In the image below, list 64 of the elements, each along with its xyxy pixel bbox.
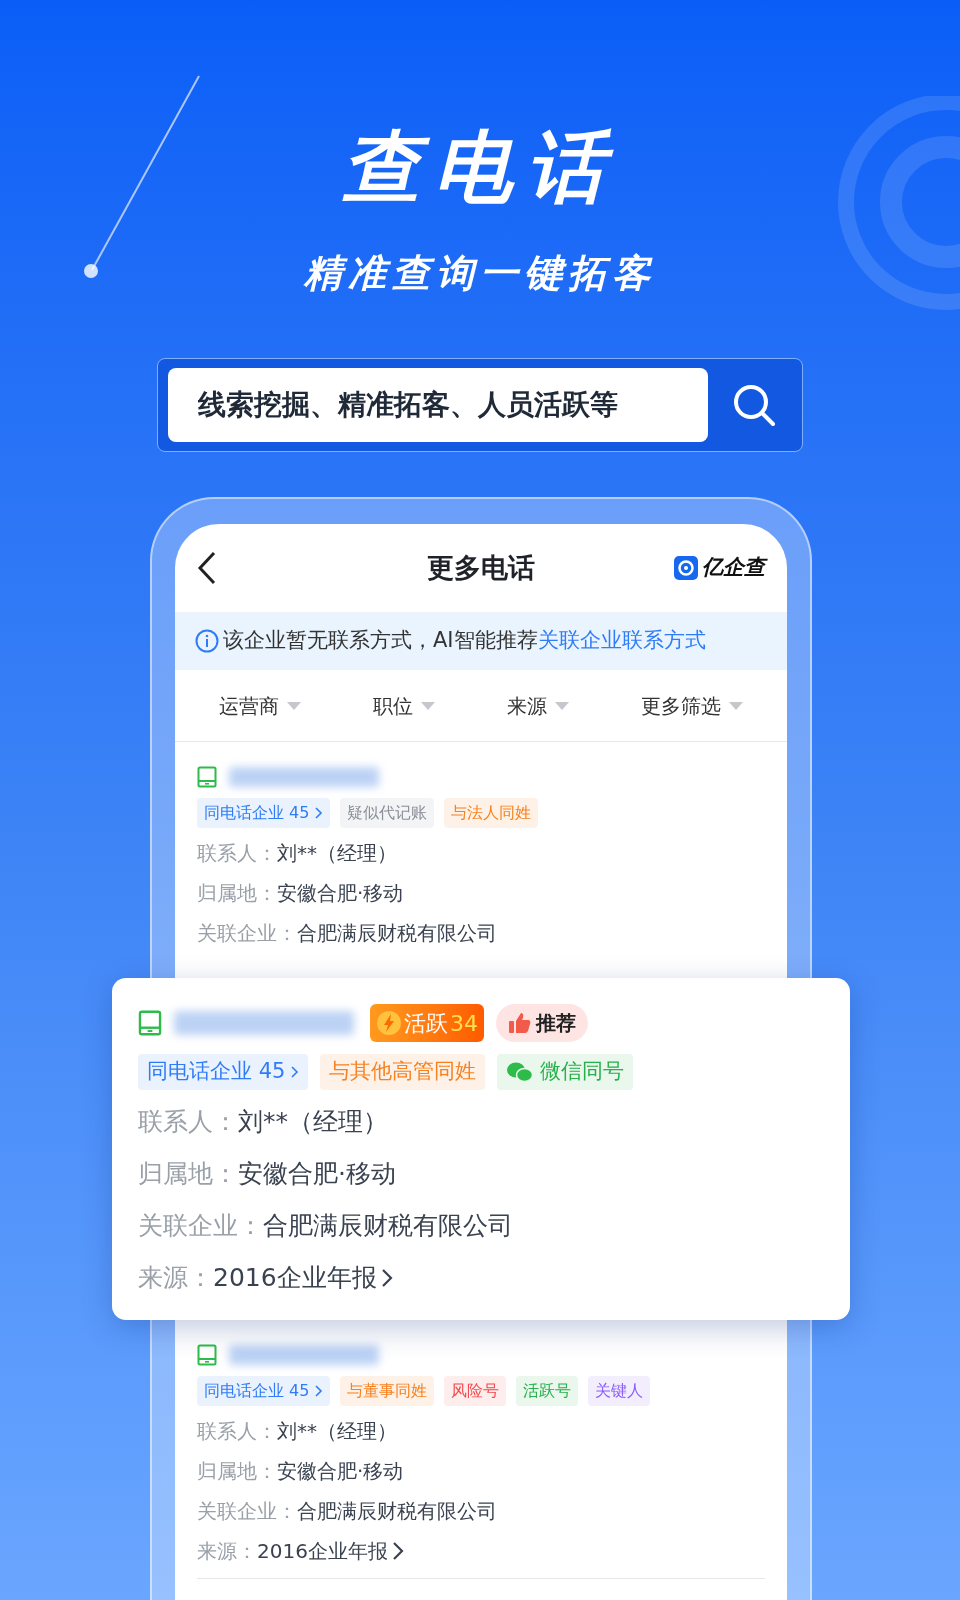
source-link[interactable]: 2016企业年报 [213,1258,393,1298]
search-icon[interactable] [732,383,776,427]
field-label: 来源： [197,1538,257,1565]
hero-subtitle: 精准查询一键拓客 [304,254,656,292]
search-field[interactable]: 线索挖掘、精准拓客、人员活跃等 [168,368,708,442]
chevron-icon [391,1541,404,1561]
field-value: 刘**（经理） [277,840,397,867]
field-label: 来源： [138,1262,213,1294]
field-value: 刘**（经理） [277,1418,397,1445]
field-value: 合肥满辰财税有限公司 [263,1210,513,1242]
tag: 关键人 [588,1376,651,1406]
related-companies-tag[interactable]: 同电话企业 45 [197,798,331,828]
field-label: 关联企业： [197,1498,297,1525]
thumbs-up-icon [508,1012,532,1034]
field-value: 安徽合肥·移动 [238,1158,396,1190]
back-icon[interactable] [197,551,217,585]
notice-text: 该企业暂无联系方式，AI智能推荐关联企业联系方式 [223,627,706,655]
dropdown-icon [421,701,435,710]
dropdown-icon [287,701,301,710]
tag: 与法人同姓 [444,798,539,828]
chevron-icon [315,807,324,819]
field-label: 联系人： [197,840,277,867]
source-link[interactable]: 2016企业年报 [257,1536,404,1566]
field-label: 关联企业： [197,920,297,947]
chat-bubbles-icon [506,1061,535,1083]
field-value: 合肥满辰财税有限公司 [297,920,497,947]
chevron-icon [291,1066,300,1078]
hero-title: 查电话 [342,128,618,206]
field-label: 联系人： [138,1106,238,1138]
search-bar[interactable]: 线索挖掘、精准拓客、人员活跃等 [157,358,803,452]
field-label: 归属地： [197,880,277,907]
tag: 与其他高管同姓 [320,1054,486,1090]
field-value: 合肥满辰财税有限公司 [297,1498,497,1525]
related-contacts-link[interactable]: 关联企业联系方式 [537,628,706,653]
lightning-icon [376,1010,402,1036]
field-label: 关联企业： [138,1210,263,1242]
recommend-badge: 推荐 [496,1004,588,1042]
field-value: 安徽合肥·移动 [277,880,404,907]
tag: 微信同号 [497,1054,634,1090]
logo-icon [674,556,698,580]
phone-icon [138,1010,162,1036]
field-value: 刘**（经理） [238,1106,388,1138]
activity-badge: 活跃34 [370,1004,484,1042]
filter-dropdown[interactable]: 运营商 [219,690,301,721]
field-value: 安徽合肥·移动 [277,1458,404,1485]
chevron-icon [315,1385,324,1397]
filter-dropdown[interactable]: 来源 [507,690,569,721]
filter-dropdown[interactable]: 更多筛选 [641,690,743,721]
phone-icon [197,1344,217,1366]
tag: 疑似代记账 [340,798,435,828]
field-label: 归属地： [197,1458,277,1485]
chevron-icon [380,1268,393,1288]
tag: 风险号 [444,1376,507,1406]
tag: 与董事同姓 [340,1376,435,1406]
info-icon [195,629,219,653]
phone-icon [197,766,217,788]
filter-dropdown[interactable]: 职位 [373,690,435,721]
dropdown-icon [729,701,743,710]
related-companies-tag[interactable]: 同电话企业 45 [197,1376,331,1406]
tag: 活跃号 [516,1376,579,1406]
dropdown-icon [555,701,569,710]
page-title: 更多电话 [427,550,535,585]
field-label: 归属地： [138,1158,238,1190]
field-label: 联系人： [197,1418,277,1445]
